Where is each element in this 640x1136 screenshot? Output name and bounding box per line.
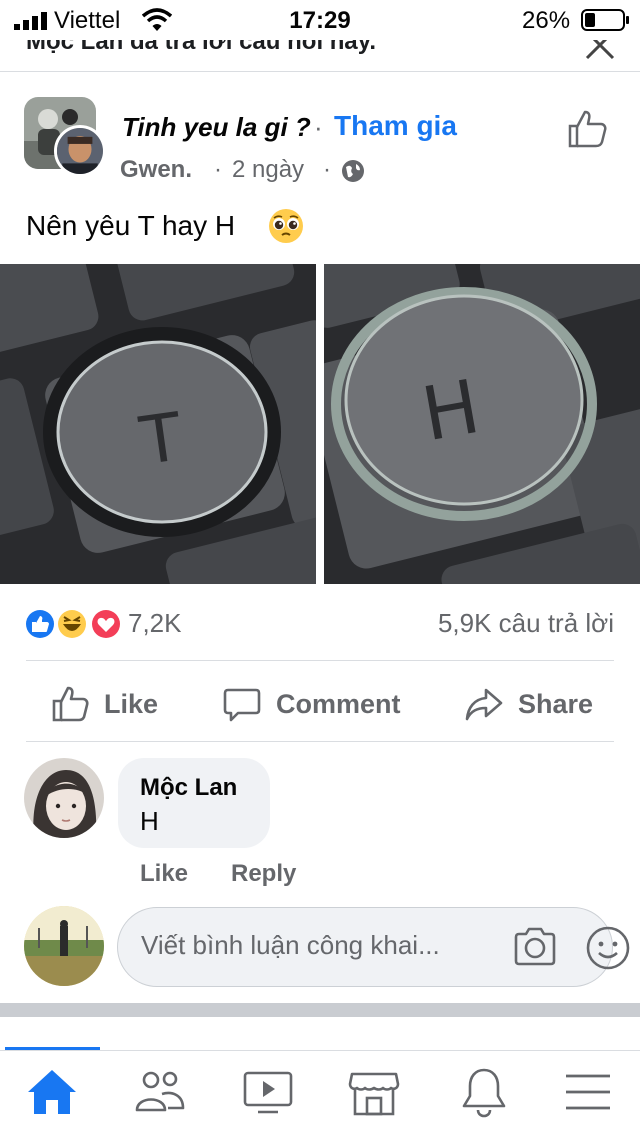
comment-bubble-icon: [223, 688, 261, 722]
menu-icon: [566, 1074, 610, 1110]
reaction-count[interactable]: 7,2K: [128, 608, 182, 639]
tab-notifications[interactable]: [456, 1066, 512, 1118]
post-photo-t[interactable]: T: [0, 264, 316, 584]
share-arrow-icon: [465, 688, 503, 721]
commenter-avatar[interactable]: [24, 758, 104, 838]
camera-icon[interactable]: [512, 925, 558, 967]
home-icon: [28, 1070, 76, 1114]
join-group-button[interactable]: Tham gia: [334, 110, 457, 142]
watch-icon: [243, 1071, 293, 1114]
post-text: Nên yêu T hay H: [26, 210, 236, 241]
post-photo-h[interactable]: H: [324, 264, 640, 584]
like-button[interactable]: Like: [50, 682, 158, 726]
header-text: Mộc Lan đã trả lời câu hỏi này.: [26, 40, 377, 55]
separator-dot: ·: [214, 156, 222, 183]
tab-friends[interactable]: [132, 1066, 188, 1118]
post-time[interactable]: 2 ngày: [232, 156, 304, 184]
pleading-face-icon: [269, 209, 303, 243]
status-bar: Viettel 17:29 26%: [0, 0, 640, 40]
close-icon[interactable]: [583, 40, 617, 62]
thumbs-up-icon[interactable]: [566, 108, 608, 150]
tab-menu[interactable]: [560, 1066, 616, 1118]
commenter-name[interactable]: Mộc Lan: [140, 774, 237, 802]
tab-home[interactable]: [24, 1066, 80, 1118]
emoji-icon[interactable]: [585, 925, 631, 971]
friends-icon: [135, 1071, 185, 1112]
comment-button[interactable]: Comment: [222, 682, 401, 726]
marketplace-icon: [348, 1072, 400, 1116]
section-divider: [0, 1003, 640, 1017]
bottom-tab-bar: [0, 1050, 640, 1136]
separator-dot: ·: [323, 156, 331, 183]
group-name[interactable]: Tinh yeu la gi ?: [122, 112, 311, 143]
globe-icon: [342, 160, 364, 182]
reaction-icons[interactable]: [22, 606, 122, 642]
battery-icon: [581, 9, 629, 31]
notifications-icon: [462, 1068, 506, 1118]
separator-dot: ·: [314, 112, 323, 142]
share-label: Share: [518, 688, 594, 719]
my-avatar[interactable]: [24, 906, 104, 986]
comment-text: H: [140, 806, 159, 836]
divider: [26, 741, 614, 742]
answer-count[interactable]: 5,9K câu trả lời: [438, 608, 614, 639]
comment-input-placeholder[interactable]: Viết bình luận công khai...: [141, 930, 440, 961]
divider: [26, 660, 614, 661]
post-author[interactable]: Gwen.: [120, 156, 192, 184]
group-avatar[interactable]: [24, 97, 106, 177]
like-label: Like: [104, 688, 159, 719]
comment-reply-button[interactable]: Reply: [231, 860, 296, 888]
tab-marketplace[interactable]: [346, 1066, 402, 1118]
author-avatar[interactable]: [54, 125, 106, 177]
thumbs-up-icon: [52, 686, 89, 722]
tab-watch[interactable]: [240, 1066, 296, 1118]
battery-percent: 26%: [522, 7, 571, 34]
notification-header: Mộc Lan đã trả lời câu hỏi này.: [0, 40, 640, 72]
comment-label: Comment: [276, 688, 401, 719]
share-button[interactable]: Share: [464, 682, 593, 726]
comment-like-button[interactable]: Like: [140, 860, 188, 888]
